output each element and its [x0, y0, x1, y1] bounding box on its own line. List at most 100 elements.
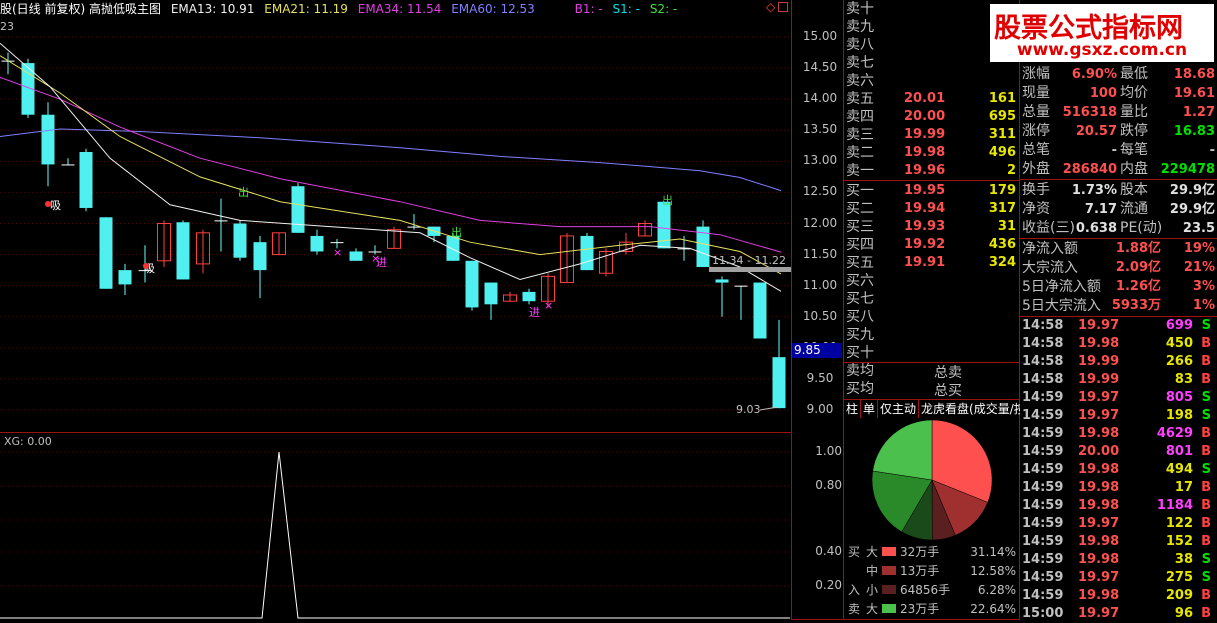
tick-price: 19.97	[1078, 570, 1120, 585]
flow-value: 5933万	[1111, 298, 1161, 313]
tick-volume: 83	[1174, 372, 1193, 387]
pie-tab[interactable]: 单	[861, 400, 879, 418]
price-axis-tick: 15.00	[802, 29, 838, 43]
flow-label: 大宗流入	[1022, 260, 1078, 276]
tick-side: B	[1201, 588, 1211, 603]
pie-slice	[872, 419, 933, 481]
signal-cross: ×	[333, 246, 342, 259]
book-separator	[844, 180, 1020, 181]
order-level-label: 卖六	[846, 73, 874, 89]
quote-label: PE(动)	[1120, 220, 1163, 236]
tick-row: 14:59 19.98 1184 B	[1020, 497, 1217, 515]
legend-percent: 12.58%	[970, 564, 1016, 578]
candlestick-chart[interactable]: 吸吸 进进出出出× ××	[0, 0, 792, 620]
order-level-volume: 695	[988, 109, 1016, 124]
tick-side: B	[1201, 498, 1211, 513]
candle-body	[118, 270, 132, 285]
pie-legend-row: 买大 32万手 31.14%	[844, 543, 1020, 561]
tick-time: 14:59	[1022, 480, 1064, 495]
order-book-sell-row: 卖六	[844, 72, 1020, 90]
range-bar	[709, 267, 791, 272]
tick-row: 14:59 19.97 805 S	[1020, 389, 1217, 407]
order-level-price: 20.01	[904, 91, 946, 106]
order-book-sell-row: 卖五 20.01 161	[844, 90, 1020, 108]
tick-side: B	[1201, 480, 1211, 495]
flow-value: 1.88亿	[1115, 241, 1161, 256]
quote-row: 涨幅 6.90% 最低 18.68	[1020, 65, 1217, 84]
order-level-label: 买一	[846, 183, 874, 199]
tick-time: 14:58	[1022, 372, 1064, 387]
tick-side: B	[1201, 606, 1211, 621]
pie-legend-row: 中 13万手 12.58%	[844, 562, 1020, 580]
candle-body	[214, 220, 228, 222]
candle-body	[580, 235, 594, 271]
quote-value: 18.68	[1173, 67, 1215, 82]
candle-body	[484, 282, 498, 305]
avg-sell-label: 卖均	[846, 363, 874, 379]
order-level-label: 买二	[846, 201, 874, 217]
order-book-sell-row: 卖一 19.96 2	[844, 162, 1020, 180]
pie-legend-row: 卖大 23万手 22.64%	[844, 600, 1020, 618]
legend-size: 大	[866, 602, 879, 616]
quote-label: 最低	[1120, 66, 1148, 82]
order-level-volume: 317	[988, 201, 1016, 216]
quote-row: 收益(三) 0.638 PE(动) 23.5	[1020, 219, 1217, 238]
tick-time: 14:59	[1022, 534, 1064, 549]
price-axis-tick: 14.50	[802, 60, 838, 75]
tick-price: 19.97	[1078, 516, 1120, 531]
pie-tab[interactable]: 龙虎看盘(成交量/按	[919, 400, 1020, 418]
tick-time: 14:59	[1022, 390, 1064, 405]
quote-label: 现量	[1022, 85, 1050, 101]
order-book-buy-row: 买五 19.91 324	[844, 254, 1020, 272]
price-axis-tick: 12.00	[802, 215, 838, 230]
signal-cross: ×	[371, 252, 380, 265]
price-axis-tick: 13.50	[802, 122, 838, 137]
watermark: 股票公式指标网 www.gsxz.com.cn	[990, 4, 1214, 62]
range-label: 11.34 - 11.22	[712, 254, 786, 267]
tick-time: 14:58	[1022, 354, 1064, 369]
quote-label: 外盘	[1022, 161, 1050, 177]
tick-side: S	[1201, 390, 1211, 405]
indicator-axis-tick: 1.00	[815, 444, 842, 458]
current-price-tag: 9.85	[792, 343, 842, 358]
tick-row: 14:59 19.98 209 B	[1020, 587, 1217, 605]
quote-value: 29.9亿	[1169, 183, 1215, 198]
price-axis-tick: 9.50	[806, 370, 834, 385]
order-book-buy-row: 买七	[844, 290, 1020, 308]
quote-value: 1.73%	[1071, 183, 1117, 198]
candle-body	[41, 114, 55, 165]
quote-separator	[1020, 179, 1217, 180]
order-book-buy-row: 买八	[844, 308, 1020, 326]
quote-label: 流通	[1120, 201, 1148, 217]
tick-row: 14:59 19.97 275 S	[1020, 569, 1217, 587]
order-book-buy-row: 买二 19.94 317	[844, 200, 1020, 218]
tick-price: 19.97	[1078, 408, 1120, 423]
ema13-line	[0, 42, 782, 292]
tick-price: 19.99	[1078, 372, 1120, 387]
flow-percent: 21%	[1183, 260, 1215, 275]
tick-time: 14:59	[1022, 552, 1064, 567]
quote-label: 换手	[1022, 182, 1050, 198]
order-level-label: 买七	[846, 291, 874, 307]
legend-amount: 64856手	[900, 583, 951, 597]
quote-label: 总量	[1022, 104, 1050, 120]
quote-value: 6.90%	[1071, 67, 1117, 82]
tick-row: 15:00 19.97 96 B	[1020, 605, 1217, 623]
quote-value: -	[1209, 143, 1215, 158]
flow-label: 5日净流入额	[1022, 279, 1101, 295]
tick-price: 19.98	[1078, 552, 1120, 567]
tick-price: 19.98	[1078, 480, 1120, 495]
tick-volume: 805	[1165, 390, 1193, 405]
tick-side: S	[1201, 408, 1211, 423]
order-level-price: 19.95	[904, 183, 946, 198]
pie-tab[interactable]: 柱	[844, 400, 862, 418]
tick-row: 14:59 19.97 122 B	[1020, 515, 1217, 533]
signal-chu: 出	[451, 225, 462, 239]
tick-time: 14:59	[1022, 408, 1064, 423]
total-buy-label: 总买	[934, 383, 962, 399]
tick-volume: 450	[1165, 336, 1193, 351]
avg-buy-label: 买均	[846, 381, 874, 397]
tick-price: 19.98	[1078, 426, 1120, 441]
pie-tab[interactable]: 仅主动	[878, 400, 920, 418]
tick-row: 14:59 20.00 801 B	[1020, 443, 1217, 461]
